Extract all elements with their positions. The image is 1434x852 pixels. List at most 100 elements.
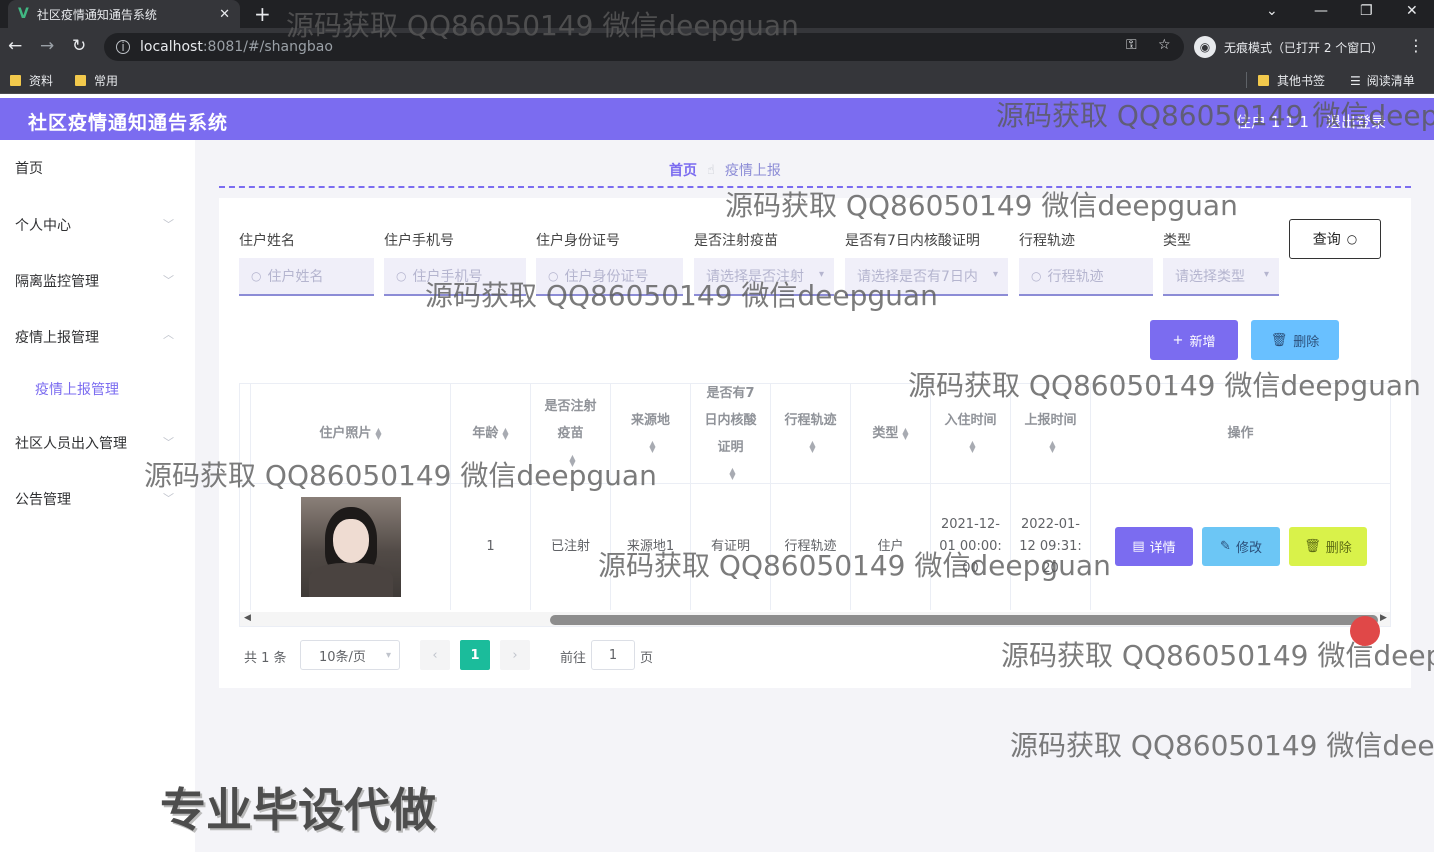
prev-page-button[interactable]: ‹	[420, 640, 450, 670]
bookmark-other[interactable]: 其他书签	[1258, 72, 1325, 89]
reload-icon[interactable]: ↻	[72, 36, 86, 56]
menu-icon[interactable]: ⋮	[1408, 36, 1424, 55]
header-label: 上报时间	[1024, 412, 1077, 428]
select-placeholder: 请选择类型	[1175, 269, 1245, 285]
bookmark-folder[interactable]: 资料	[10, 72, 53, 89]
scroll-right-icon[interactable]: ▶	[1380, 613, 1387, 623]
bookmark-label: 常用	[94, 74, 119, 88]
resident-photo[interactable]	[300, 497, 401, 597]
age-cell: 1	[451, 484, 531, 610]
input-placeholder: 住户姓名	[267, 269, 324, 285]
bookmark-divider	[1246, 72, 1247, 88]
sort-icon[interactable]: ▲ ▼	[502, 426, 508, 440]
watermark: 源码获取 QQ86050149 微信deepguan	[725, 189, 1238, 222]
trash-icon: 🗑	[1270, 332, 1288, 348]
chevron-up-icon: ︿	[163, 328, 174, 341]
header-label: 年龄	[472, 426, 499, 441]
reading-list-icon: ☰	[1350, 73, 1361, 88]
browser-tab[interactable]: V 社区疫情通知通告系统 ✕	[8, 0, 240, 28]
scroll-left-icon[interactable]: ◀	[244, 613, 251, 623]
scrollbar-thumb[interactable]	[550, 615, 1378, 625]
chevron-down-icon: ▾	[385, 650, 391, 661]
sort-icon[interactable]: ▲ ▼	[969, 440, 975, 454]
header-label: 入住时间	[944, 412, 997, 428]
document-icon: ▤	[1132, 539, 1145, 554]
header-label: 住户照片	[319, 426, 372, 441]
header-label: 是否有7日内核酸证明	[704, 385, 757, 455]
new-tab-icon[interactable]: +	[254, 2, 271, 26]
window-close-icon[interactable]: ✕	[1406, 3, 1418, 19]
close-icon[interactable]: ✕	[219, 7, 230, 22]
tab-search-icon[interactable]: ⌄	[1266, 3, 1278, 19]
hand-icon: ☝	[707, 162, 715, 178]
goto-page-input[interactable]: 1	[591, 640, 635, 670]
sort-icon[interactable]: ▲ ▼	[375, 426, 381, 440]
info-icon[interactable]: i	[116, 40, 130, 54]
actions-cell: ▤ 详情 ✎ 修改 🗑 删除	[1091, 484, 1390, 610]
col-proof[interactable]: 是否有7日内核酸证明 ▲ ▼	[691, 384, 771, 484]
total-count: 共 1 条	[244, 651, 287, 666]
row-delete-button[interactable]: 🗑 删除	[1289, 527, 1367, 566]
query-button[interactable]: 查询 ○	[1289, 219, 1381, 259]
back-icon[interactable]: ←	[8, 36, 22, 56]
breadcrumb: 首页 ☝ 疫情上报	[669, 160, 781, 180]
vue-logo-icon: V	[18, 6, 29, 22]
sidebar-item-personal-center[interactable]: 个人中心	[15, 215, 71, 235]
type-select[interactable]: 请选择类型 ▾	[1163, 258, 1279, 296]
bookmark-label: 阅读清单	[1366, 74, 1415, 88]
sort-icon[interactable]: ▲ ▼	[649, 440, 655, 454]
incognito-label: 无痕模式（已打开 2 个窗口）	[1224, 40, 1384, 55]
search-icon: ○	[1031, 269, 1042, 283]
goto-unit: 页	[640, 651, 654, 666]
col-track[interactable]: 行程轨迹 ▲ ▼	[771, 384, 851, 484]
incognito-indicator[interactable]: ◉ 无痕模式（已打开 2 个窗口）	[1194, 33, 1383, 61]
breadcrumb-current: 疫情上报	[724, 163, 781, 179]
bookmark-folder[interactable]: 常用	[75, 72, 118, 89]
star-icon[interactable]: ☆	[1158, 37, 1171, 53]
name-search-input[interactable]: ○ 住户姓名	[239, 258, 374, 296]
minimize-icon[interactable]: —	[1314, 3, 1328, 19]
forward-icon[interactable]: →	[40, 36, 54, 56]
page-size-select[interactable]: 10条/页 ▾	[300, 640, 400, 670]
sort-icon[interactable]: ▲ ▼	[1049, 440, 1055, 454]
sort-icon[interactable]: ▲ ▼	[729, 467, 735, 481]
sidebar-item-access[interactable]: 社区人员出入管理	[15, 433, 127, 453]
search-icon: ○	[1346, 232, 1358, 246]
detail-button[interactable]: ▤ 详情	[1115, 527, 1193, 566]
app-title: 社区疫情通知通告系统	[28, 112, 229, 134]
next-page-button[interactable]: ›	[500, 640, 530, 670]
add-button[interactable]: + 新增	[1150, 320, 1238, 360]
sort-icon[interactable]: ▲ ▼	[809, 440, 815, 454]
reading-list[interactable]: ☰ 阅读清单	[1350, 72, 1415, 89]
key-icon[interactable]: ⚿	[1126, 37, 1137, 53]
delete-button[interactable]: 🗑 删除	[1251, 320, 1339, 360]
goto-label: 前往	[560, 651, 587, 666]
sidebar-item-quarantine[interactable]: 隔离监控管理	[15, 271, 99, 291]
sidebar-item-notices[interactable]: 公告管理	[15, 489, 71, 509]
edit-label: 修改	[1235, 541, 1262, 556]
sidebar-item-home[interactable]: 首页	[15, 158, 43, 178]
track-search-input[interactable]: ○ 行程轨迹	[1019, 258, 1153, 296]
horizontal-scrollbar[interactable]: ◀ ▶	[240, 612, 1390, 626]
pagination: 共 1 条 10条/页 ▾ ‹ 1 › 前往 1 页	[244, 640, 844, 670]
content-panel: 住户姓名 住户手机号 住户身份证号 是否注射疫苗 是否有7日内核酸证明 行程轨迹…	[219, 198, 1411, 688]
tab-title: 社区疫情通知通告系统	[36, 7, 157, 22]
photo-face	[332, 519, 369, 563]
sort-icon[interactable]: ▲ ▼	[902, 426, 908, 440]
edit-button[interactable]: ✎ 修改	[1202, 527, 1280, 566]
restore-icon[interactable]: ❐	[1360, 3, 1373, 19]
filter-label-vaccine: 是否注射疫苗	[694, 233, 778, 249]
plus-icon: +	[1172, 332, 1184, 348]
chevron-down-icon: ﹀	[163, 274, 174, 287]
selection-cell	[240, 484, 251, 610]
filter-label-name: 住户姓名	[239, 233, 295, 249]
page-number-active[interactable]: 1	[460, 640, 490, 670]
delete-label: 删除	[1293, 334, 1320, 350]
header-label: 来源地	[630, 412, 670, 428]
breadcrumb-home[interactable]: 首页	[669, 160, 697, 180]
url-host: localhost	[140, 39, 203, 55]
watermark: 源码获取 QQ86050149 微信deepguan	[908, 369, 1421, 402]
sidebar-subitem-epidemic-report[interactable]: 疫情上报管理	[35, 379, 119, 399]
watermark: 源码获取 QQ86050149 微信deepguan	[425, 279, 938, 312]
sidebar-item-epidemic-report[interactable]: 疫情上报管理	[15, 327, 99, 347]
